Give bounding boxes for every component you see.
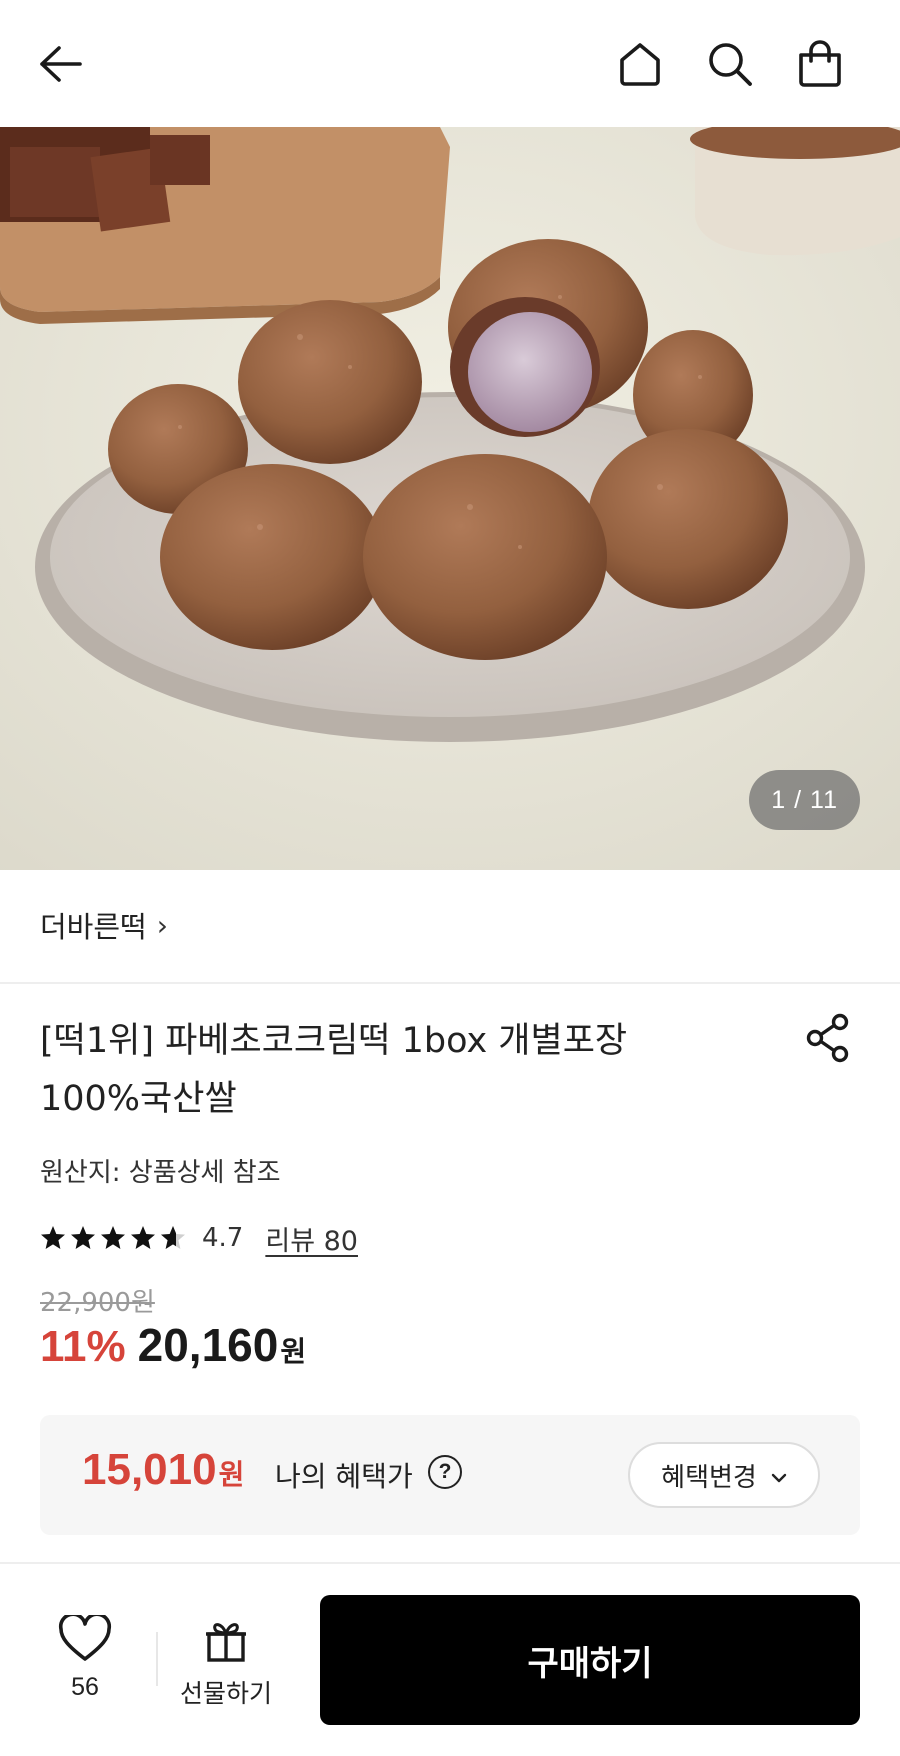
gift-label: 선물하기 — [179, 1679, 272, 1708]
heart-icon — [58, 1612, 112, 1661]
share-icon[interactable] — [800, 1010, 856, 1066]
price-row: 11% 20,160 원 — [40, 1318, 306, 1388]
help-icon[interactable]: ? — [428, 1455, 462, 1489]
search-icon[interactable] — [700, 34, 760, 94]
benefit-price: 15,010 원 — [82, 1445, 244, 1495]
home-icon[interactable] — [610, 34, 670, 94]
rating-score: 4.7 — [202, 1223, 244, 1253]
rating-row: 4.7 리뷰 80 — [40, 1218, 358, 1258]
benefit-label: 나의 혜택가 — [275, 1460, 413, 1493]
price-unit: 원 — [280, 1335, 307, 1368]
back-arrow-icon[interactable] — [30, 34, 90, 94]
section-divider — [0, 982, 900, 984]
stars-icon — [41, 1226, 185, 1249]
product-title: [떡1위] 파베초코크림떡 1box 개별포장 100%국산쌀 — [40, 1012, 740, 1128]
benefit-price-value: 15,010 — [82, 1445, 217, 1494]
chevron-right-icon: › — [156, 908, 168, 942]
bottom-bar-divider — [0, 1562, 900, 1564]
gift-icon — [206, 1623, 246, 1662]
shopping-bag-icon[interactable] — [790, 34, 850, 94]
gift-button[interactable]: 선물하기 — [168, 1618, 284, 1710]
product-title-line1: [떡1위] 파베초코크림떡 1box 개별포장 — [40, 1021, 628, 1061]
review-link[interactable]: 리뷰 80 — [265, 1219, 358, 1258]
benefit-price-unit: 원 — [218, 1458, 245, 1491]
original-price: 22,900원 — [40, 1288, 155, 1318]
discount-rate: 11% — [40, 1322, 126, 1371]
product-photo — [0, 127, 900, 870]
like-button[interactable]: 56 — [45, 1612, 125, 1702]
chevron-down-icon — [771, 1460, 787, 1490]
brand-link[interactable]: 더바른떡 › — [40, 900, 168, 950]
origin-info: 원산지: 상품상세 참조 — [40, 1158, 281, 1188]
sale-price: 20,160 — [137, 1319, 279, 1371]
change-benefit-label: 혜택변경 — [661, 1462, 757, 1493]
product-image-gallery[interactable]: 1 / 11 — [0, 127, 900, 870]
change-benefit-button[interactable]: 혜택변경 — [628, 1442, 820, 1508]
buy-button[interactable]: 구매하기 — [320, 1595, 860, 1725]
top-navigation-bar — [0, 0, 900, 127]
benefit-box: 15,010 원 나의 혜택가 ? 혜택변경 — [40, 1415, 860, 1535]
product-title-line2: 100%국산쌀 — [40, 1079, 237, 1119]
brand-name: 더바른떡 — [40, 910, 147, 944]
image-counter: 1 / 11 — [749, 770, 860, 830]
like-count: 56 — [71, 1673, 99, 1701]
star-rating — [40, 1225, 190, 1251]
bottom-separator — [156, 1632, 158, 1686]
